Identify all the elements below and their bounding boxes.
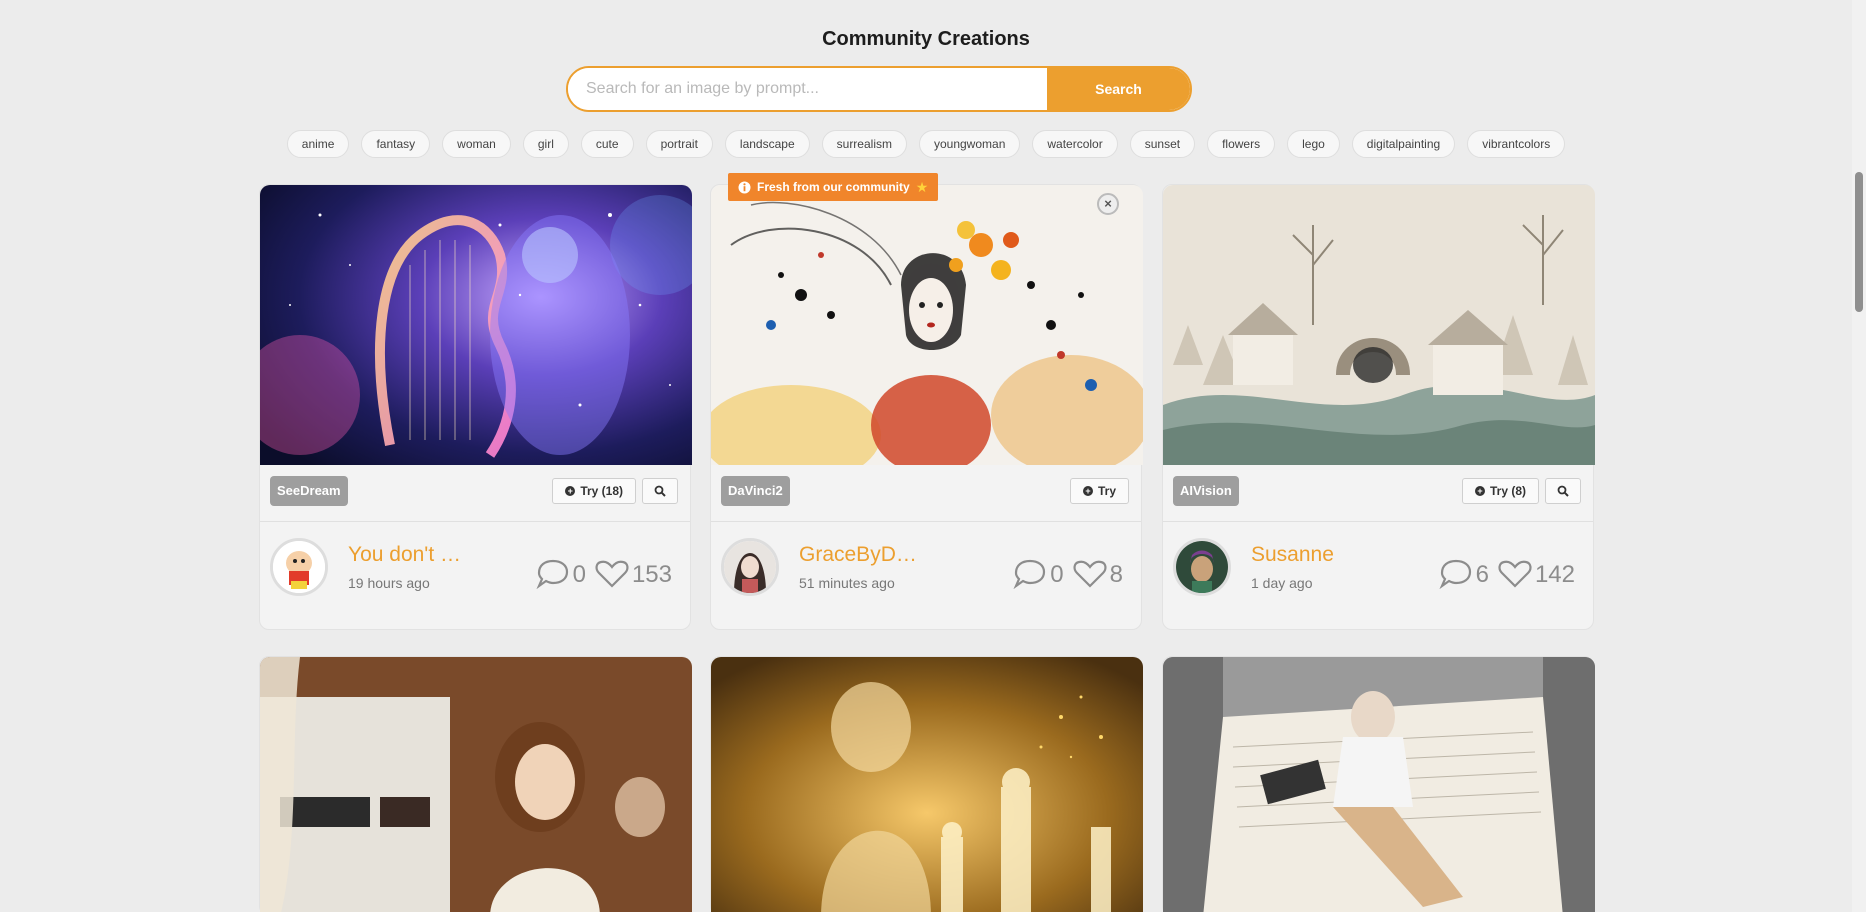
image-train-woman[interactable]: [260, 657, 692, 912]
scrollbar[interactable]: [1852, 0, 1866, 912]
try-button[interactable]: + Try (8): [1461, 478, 1539, 504]
likes-stat[interactable]: 8: [1072, 559, 1123, 589]
image-card: [259, 656, 692, 912]
try-label: Try (18): [580, 484, 623, 498]
search-button[interactable]: Search: [1047, 68, 1190, 110]
magnifier-icon: [654, 485, 666, 497]
comment-count: 0: [572, 561, 586, 588]
model-badge[interactable]: DaVinci2: [721, 476, 790, 506]
tag-vibrantcolors[interactable]: vibrantcolors: [1467, 130, 1566, 158]
search-input[interactable]: [568, 68, 1047, 110]
image-card: [1162, 656, 1595, 912]
image-harp-cosmic[interactable]: [260, 185, 692, 465]
tag-sunset[interactable]: sunset: [1129, 130, 1196, 158]
page: Community Creations Search anime fantasy…: [0, 0, 1866, 912]
plus-circle-icon: +: [565, 486, 576, 496]
divider: [711, 521, 1141, 522]
model-badge[interactable]: AIVision: [1173, 476, 1239, 506]
fresh-badge-label: Fresh from our community: [757, 180, 910, 194]
image-book-girl[interactable]: [1163, 657, 1595, 912]
comment-icon: [536, 559, 568, 589]
post-time: 1 day ago: [1251, 575, 1313, 591]
author-name[interactable]: GraceByD…: [799, 543, 919, 567]
comments-stat[interactable]: 0: [535, 559, 586, 589]
close-button[interactable]: ×: [1097, 193, 1119, 215]
plus-circle-icon: +: [1474, 486, 1485, 496]
tag-surrealism[interactable]: surrealism: [821, 130, 907, 158]
like-count: 153: [631, 561, 672, 588]
try-label: Try: [1097, 484, 1116, 498]
image-card: AIVision + Try (8) Susanne 1 day ago 6 1…: [1162, 184, 1595, 630]
search-bar: Search: [566, 66, 1192, 112]
tag-watercolor[interactable]: watercolor: [1032, 130, 1118, 158]
tag-lego[interactable]: lego: [1287, 130, 1340, 158]
tag-portrait[interactable]: portrait: [645, 130, 713, 158]
divider: [260, 521, 690, 522]
model-badge[interactable]: SeeDream: [270, 476, 348, 506]
tag-list: anime fantasy woman girl cute portrait l…: [0, 130, 1852, 158]
page-title: Community Creations: [822, 28, 1030, 50]
star-icon: ★: [915, 178, 929, 195]
author-row: You don't … 19 hours ago 0 153: [270, 537, 672, 597]
author-name[interactable]: Susanne: [1251, 543, 1371, 567]
tag-anime[interactable]: anime: [286, 130, 350, 158]
card-stats: 0 153: [535, 545, 672, 589]
post-time: 19 hours ago: [348, 575, 430, 591]
info-icon: [738, 181, 751, 193]
tag-woman[interactable]: woman: [442, 130, 511, 158]
author-meta: Susanne 1 day ago: [1251, 543, 1371, 591]
comments-stat[interactable]: 6: [1438, 559, 1489, 589]
post-time: 51 minutes ago: [799, 575, 895, 591]
scrollbar-thumb[interactable]: [1855, 172, 1863, 312]
try-button[interactable]: + Try: [1069, 478, 1129, 504]
author-meta: GraceByD… 51 minutes ago: [799, 543, 919, 591]
image-chess-girl[interactable]: [711, 657, 1143, 912]
author-meta: You don't … 19 hours ago: [348, 543, 468, 591]
plus-circle-icon: +: [1082, 486, 1093, 496]
card-stats: 6 142: [1438, 545, 1575, 589]
image-card: [710, 656, 1143, 912]
avatar[interactable]: [270, 538, 328, 596]
like-count: 8: [1109, 561, 1123, 588]
tag-landscape[interactable]: landscape: [724, 130, 810, 158]
image-winter-village[interactable]: [1163, 185, 1595, 465]
fresh-badge: Fresh from our community ★: [728, 173, 939, 201]
author-name[interactable]: You don't …: [348, 543, 468, 567]
image-card: Fresh from our community ★ × DaVinci2 + …: [710, 173, 1143, 630]
image-card: SeeDream + Try (18) You don't … 19 hours…: [259, 184, 692, 630]
comment-count: 0: [1050, 561, 1064, 588]
card-toolbar: SeeDream + Try (18): [270, 475, 678, 507]
likes-stat[interactable]: 153: [594, 559, 672, 589]
card-toolbar: DaVinci2 + Try: [721, 475, 1129, 507]
tag-girl[interactable]: girl: [522, 130, 569, 158]
image-flower-woman[interactable]: [711, 185, 1143, 465]
divider: [1163, 521, 1593, 522]
like-count: 142: [1534, 561, 1575, 588]
heart-icon: [595, 560, 629, 588]
heart-icon: [1073, 560, 1107, 588]
author-row: Susanne 1 day ago 6 142: [1173, 537, 1575, 597]
avatar[interactable]: [1173, 538, 1231, 596]
search-similar-button[interactable]: [1545, 478, 1581, 504]
tag-flowers[interactable]: flowers: [1207, 130, 1276, 158]
comments-stat[interactable]: 0: [1012, 559, 1064, 589]
try-label: Try (8): [1489, 484, 1526, 498]
heart-icon: [1498, 560, 1532, 588]
card-toolbar: AIVision + Try (8): [1173, 475, 1581, 507]
tag-fantasy[interactable]: fantasy: [361, 130, 431, 158]
magnifier-icon: [1557, 485, 1569, 497]
likes-stat[interactable]: 142: [1497, 559, 1575, 589]
card-stats: 0 8: [1012, 545, 1123, 589]
search-similar-button[interactable]: [642, 478, 678, 504]
tag-cute[interactable]: cute: [580, 130, 634, 158]
try-button[interactable]: + Try (18): [552, 478, 636, 504]
comment-count: 6: [1475, 561, 1489, 588]
tag-youngwoman[interactable]: youngwoman: [918, 130, 1021, 158]
comment-icon: [1439, 559, 1471, 589]
avatar[interactable]: [721, 538, 779, 596]
comment-icon: [1013, 559, 1046, 589]
author-row: GraceByD… 51 minutes ago 0 8: [721, 537, 1123, 597]
tag-digitalpainting[interactable]: digitalpainting: [1351, 130, 1456, 158]
